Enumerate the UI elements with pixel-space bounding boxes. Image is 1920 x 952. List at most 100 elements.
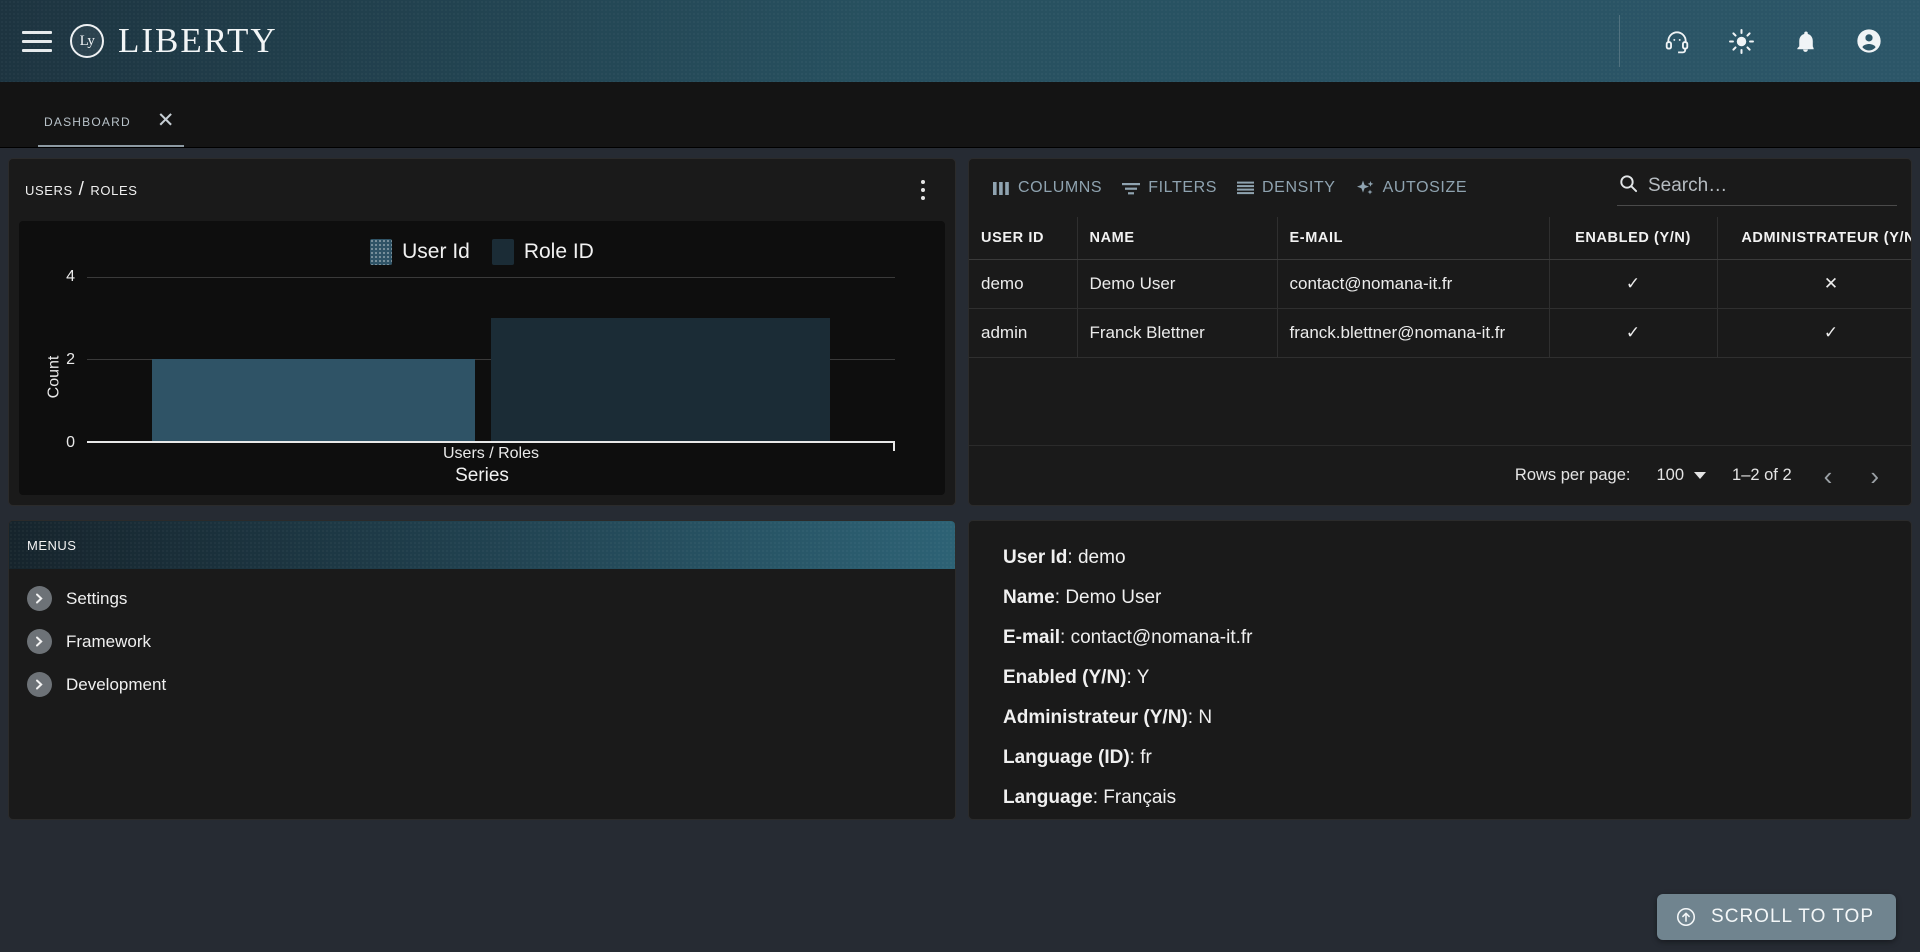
menu-item-settings[interactable]: Settings bbox=[9, 577, 955, 620]
users-table: USER ID NAME E-MAIL ENABLED (Y/N) ADMINI… bbox=[969, 217, 1911, 358]
chevron-right-icon bbox=[27, 672, 52, 697]
columns-label: Columns bbox=[1018, 179, 1103, 196]
detail-row-enabled: Enabled (Y/N): Y bbox=[1003, 667, 1150, 688]
bar-user-id[interactable] bbox=[151, 359, 475, 441]
hamburger-icon[interactable] bbox=[22, 30, 52, 52]
menu-item-framework[interactable]: Framework bbox=[9, 620, 955, 663]
table-header-row: USER ID NAME E-MAIL ENABLED (Y/N) ADMINI… bbox=[969, 217, 1911, 260]
detail-label: Enabled (Y/N) bbox=[1003, 667, 1127, 688]
detail-label: Administrateur (Y/N) bbox=[1003, 707, 1188, 728]
brand[interactable]: Ly LIBERTY bbox=[70, 21, 278, 61]
cell-user-id: admin bbox=[969, 308, 1078, 358]
chart-bars bbox=[87, 277, 895, 441]
scroll-to-top-label: Scroll to top bbox=[1711, 906, 1874, 927]
menu-item-development[interactable]: Development bbox=[9, 663, 955, 706]
menus-panel-title: Menus bbox=[27, 534, 77, 555]
rows-per-page-select[interactable]: 100 bbox=[1656, 466, 1707, 485]
app-header-actions bbox=[1619, 15, 1920, 67]
menu-item-label: Framework bbox=[66, 631, 152, 651]
support-headset-icon[interactable] bbox=[1662, 26, 1692, 56]
chart-x-axis-label: Series bbox=[455, 465, 509, 486]
detail-label: Language (ID) bbox=[1003, 747, 1130, 768]
density-button[interactable]: Density bbox=[1227, 173, 1346, 203]
legend-item-role-id[interactable]: Role ID bbox=[491, 239, 594, 265]
autosize-icon bbox=[1356, 180, 1375, 197]
detail-label: Language bbox=[1003, 787, 1093, 808]
search-input[interactable] bbox=[1648, 175, 1895, 197]
y-tick-4: 4 bbox=[66, 268, 75, 285]
detail-row-language: Language: Français bbox=[1003, 787, 1177, 808]
detail-row-user-id: User Id: demo bbox=[1003, 547, 1126, 568]
chevron-right-icon bbox=[27, 629, 52, 654]
detail-value: Demo User bbox=[1065, 587, 1162, 608]
scroll-to-top-button[interactable]: Scroll to top bbox=[1657, 894, 1896, 940]
columns-button[interactable]: Columns bbox=[983, 173, 1112, 203]
detail-label: User Id bbox=[1003, 547, 1068, 568]
table-row[interactable]: demo Demo User contact@nomana-it.fr ✓ ✕ … bbox=[969, 259, 1911, 309]
menu-item-label: Development bbox=[66, 674, 167, 694]
legend-label-role-id: Role ID bbox=[523, 240, 594, 263]
legend-swatch-user-id bbox=[370, 239, 393, 265]
users-roles-chart-panel: Users / Roles User Id Role ID Count 4 2 bbox=[8, 158, 956, 506]
cell-email: franck.blettner@nomana-it.fr bbox=[1277, 308, 1550, 358]
cell-user-id: demo bbox=[969, 259, 1078, 309]
chevron-right-icon bbox=[27, 586, 52, 611]
account-circle-icon[interactable] bbox=[1854, 26, 1884, 56]
bell-icon[interactable] bbox=[1790, 26, 1820, 56]
cell-name: Demo User bbox=[1077, 259, 1278, 309]
close-icon[interactable]: ✕ bbox=[157, 110, 175, 131]
dashboard-row-top: Users / Roles User Id Role ID Count 4 2 bbox=[0, 148, 1920, 506]
data-grid-scroll[interactable]: USER ID NAME E-MAIL ENABLED (Y/N) ADMINI… bbox=[969, 217, 1911, 445]
sun-icon[interactable] bbox=[1726, 26, 1756, 56]
legend-item-user-id[interactable]: User Id bbox=[370, 239, 470, 265]
chart-panel-header: Users / Roles bbox=[9, 159, 955, 221]
bar-role-id[interactable] bbox=[491, 318, 831, 441]
tab-dashboard-label: Dashboard bbox=[44, 110, 131, 130]
filters-label: Filters bbox=[1148, 179, 1218, 196]
detail-row-name: Name: Demo User bbox=[1003, 587, 1162, 608]
chevron-down-icon bbox=[1694, 472, 1707, 479]
menus-panel: Menus Settings Framework Development bbox=[8, 520, 956, 820]
tab-dashboard[interactable]: Dashboard ✕ bbox=[38, 110, 185, 147]
table-row[interactable]: admin Franck Blettner franck.blettner@no… bbox=[969, 308, 1911, 358]
col-header-name[interactable]: NAME bbox=[1077, 217, 1278, 260]
tab-bar: Dashboard ✕ bbox=[0, 82, 1920, 148]
chart-panel-title: Users / Roles bbox=[25, 179, 138, 200]
app-header: Ly LIBERTY bbox=[0, 0, 1920, 82]
density-icon bbox=[1237, 181, 1255, 196]
chart-plot: Count 4 2 0 Users / Roles Series bbox=[19, 268, 945, 486]
cell-administrateur: ✓ bbox=[1717, 308, 1911, 358]
header-divider bbox=[1619, 15, 1620, 67]
dashboard-row-bottom: Menus Settings Framework Development bbox=[0, 506, 1920, 820]
filters-button[interactable]: Filters bbox=[1112, 173, 1227, 203]
brand-name: LIBERTY bbox=[118, 21, 278, 60]
detail-value: Français bbox=[1103, 787, 1177, 808]
autosize-label: Autosize bbox=[1382, 179, 1468, 196]
y-tick-2: 2 bbox=[66, 351, 75, 368]
col-header-administrateur[interactable]: ADMINISTRATEUR (Y/N) bbox=[1717, 217, 1911, 260]
menu-item-label: Settings bbox=[66, 588, 128, 608]
col-header-user-id[interactable]: USER ID bbox=[969, 217, 1078, 260]
legend-swatch-role-id bbox=[491, 239, 514, 265]
previous-page-button[interactable]: ‹ bbox=[1818, 463, 1839, 489]
data-grid-footer: Rows per page: 100 1–2 of 2 ‹ › bbox=[969, 445, 1911, 505]
data-grid-toolbar: Columns Filters Density bbox=[969, 159, 1911, 217]
cell-email: contact@nomana-it.fr bbox=[1277, 259, 1550, 309]
cell-enabled: ✓ bbox=[1549, 308, 1718, 358]
legend-label-user-id: User Id bbox=[402, 240, 470, 263]
next-page-button[interactable]: › bbox=[1864, 463, 1885, 489]
menus-list: Settings Framework Development bbox=[9, 569, 955, 706]
chart-legend: User Id Role ID bbox=[19, 221, 945, 265]
rows-per-page-label: Rows per page: bbox=[1514, 466, 1631, 484]
y-tick-0: 0 bbox=[66, 434, 75, 451]
detail-row-email: E-mail: contact@nomana-it.fr bbox=[1003, 627, 1253, 648]
more-vertical-icon[interactable] bbox=[913, 174, 933, 206]
autosize-button[interactable]: Autosize bbox=[1346, 173, 1478, 203]
col-header-email[interactable]: E-MAIL bbox=[1277, 217, 1550, 260]
cell-administrateur: ✕ bbox=[1717, 259, 1911, 309]
columns-icon bbox=[993, 181, 1010, 196]
detail-value: Y bbox=[1136, 667, 1150, 688]
density-label: Density bbox=[1262, 179, 1336, 196]
search-field[interactable] bbox=[1617, 170, 1897, 206]
col-header-enabled[interactable]: ENABLED (Y/N) bbox=[1549, 217, 1718, 260]
